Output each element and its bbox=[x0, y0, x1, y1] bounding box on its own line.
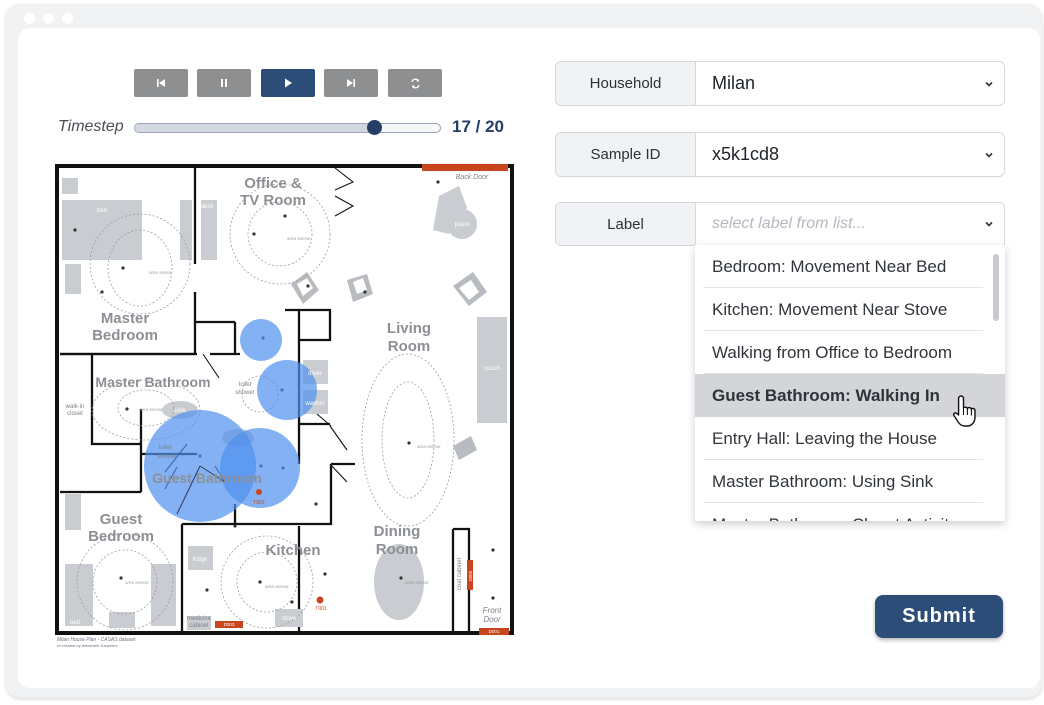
label-shower-2: shower bbox=[157, 454, 176, 460]
label-office-2: TV Room bbox=[240, 192, 306, 209]
label-option[interactable]: Master Bathroom: Using Sink bbox=[695, 460, 1005, 503]
area-sensor-label-4: area sensor bbox=[417, 444, 441, 449]
label-master-bedroom-1: Master bbox=[101, 310, 150, 327]
label-dining-1: Dining bbox=[374, 523, 421, 540]
label-couch: couch bbox=[484, 366, 500, 372]
submit-button[interactable]: Submit bbox=[875, 595, 1003, 638]
label-option[interactable]: Master Bathroom: Closet Activity bbox=[695, 503, 1005, 522]
label-d002: D002 bbox=[468, 570, 473, 581]
area-sensor-label-7: area sensor bbox=[405, 580, 429, 585]
chevron-down-icon bbox=[985, 221, 993, 227]
area-sensor-label-2: area sensor bbox=[287, 236, 311, 241]
repeat-button[interactable] bbox=[388, 69, 442, 97]
area-sensor-label-5: area sensor bbox=[125, 580, 149, 585]
label-washer: washer bbox=[304, 401, 324, 407]
label-office-1: Office & bbox=[244, 175, 302, 192]
floor-plan-caption: Milan House Plan - CASAS dataset re-crea… bbox=[57, 637, 135, 649]
timestep-slider-thumb[interactable] bbox=[366, 120, 382, 135]
area-sensor-label-1: area sensor bbox=[149, 270, 173, 275]
label-front-door-2: Door bbox=[483, 615, 501, 624]
label-guest-bedroom-1: Guest bbox=[100, 511, 143, 528]
label-d003: D003 bbox=[224, 622, 235, 627]
repeat-icon bbox=[410, 78, 420, 88]
label-fridge: fridge bbox=[192, 557, 208, 563]
label-guest-bedroom-2: Bedroom bbox=[88, 528, 154, 545]
chevron-down-icon bbox=[985, 152, 993, 158]
label-walkin-1: walk-in bbox=[65, 404, 85, 410]
label-master-bedroom-2: Bedroom bbox=[92, 327, 158, 344]
chevron-down-icon bbox=[985, 81, 993, 87]
skip-back-button[interactable] bbox=[134, 69, 188, 97]
hand-cursor-icon bbox=[953, 395, 976, 427]
label-living-2: Room bbox=[388, 338, 431, 355]
label-t001: T001 bbox=[315, 606, 327, 612]
label-select[interactable]: select label from list... bbox=[695, 202, 1005, 246]
label-toilet: toilet bbox=[239, 382, 252, 388]
timestep-slider[interactable] bbox=[134, 120, 441, 135]
household-label: Household bbox=[555, 61, 696, 106]
label-coat-cabinet: coat cabinet bbox=[457, 557, 463, 590]
label-bed-2: bed bbox=[70, 620, 80, 626]
window-dot-maximize[interactable] bbox=[62, 13, 73, 24]
label-medicine-2: cabinet bbox=[189, 623, 209, 629]
sample-id-select[interactable]: x5k1cd8 bbox=[695, 132, 1005, 177]
window-controls bbox=[24, 13, 73, 24]
floor-plan: Office & TV Room Master Bedroom Living R… bbox=[55, 164, 514, 635]
label-front-door-1: Front bbox=[483, 606, 502, 615]
label-shower: shower bbox=[235, 390, 254, 396]
play-button[interactable] bbox=[261, 69, 315, 97]
area-sensor-label-6: area sensor bbox=[265, 584, 289, 589]
sample-id-label: Sample ID bbox=[555, 132, 696, 177]
label-kitchen: Kitchen bbox=[265, 542, 320, 559]
label-d001: D001 bbox=[489, 629, 500, 634]
label-desk: desk bbox=[201, 204, 215, 210]
pause-button[interactable] bbox=[197, 69, 251, 97]
sample-id-value: x5k1cd8 bbox=[712, 144, 780, 164]
label-back-door: Back Door bbox=[456, 174, 489, 181]
label-medicine-1: medicine bbox=[187, 616, 212, 622]
label-option[interactable]: Bedroom: Movement Near Bed bbox=[695, 245, 1005, 288]
label-dropdown-list[interactable]: Bedroom: Movement Near Bed Kitchen: Move… bbox=[695, 245, 1005, 521]
timestep-label: Timestep bbox=[58, 118, 124, 135]
play-icon bbox=[285, 78, 292, 88]
label-guest-bathroom: Guest Bathroom bbox=[152, 470, 262, 486]
label-dining-2: Room bbox=[376, 541, 419, 558]
label-master-bathroom: Master Bathroom bbox=[95, 374, 210, 390]
label-option[interactable]: Kitchen: Movement Near Stove bbox=[695, 288, 1005, 331]
label-dryer: dryer bbox=[308, 371, 322, 377]
label-toilet-2: toilet bbox=[159, 445, 172, 451]
skip-forward-button[interactable] bbox=[324, 69, 378, 97]
label-piano: piano bbox=[455, 222, 470, 228]
area-sensor-label-3: area sensor bbox=[139, 407, 163, 412]
window-dot-close[interactable] bbox=[24, 13, 35, 24]
label-bed: bed bbox=[97, 208, 107, 214]
label-sink: sink bbox=[175, 408, 187, 414]
timestep-value: 17 / 20 bbox=[452, 117, 504, 136]
household-value: Milan bbox=[712, 73, 756, 93]
household-select[interactable]: Milan bbox=[695, 61, 1005, 106]
label-living-1: Living bbox=[387, 320, 431, 337]
label-placeholder: select label from list... bbox=[712, 215, 866, 232]
skip-forward-icon bbox=[347, 79, 355, 87]
timestep-slider-fill bbox=[135, 124, 374, 132]
dropdown-scrollbar[interactable] bbox=[993, 254, 999, 321]
label-walkin-2: closet bbox=[67, 411, 83, 417]
label-field-label: Label bbox=[555, 202, 696, 246]
skip-back-icon bbox=[157, 79, 165, 87]
window-dot-minimize[interactable] bbox=[43, 13, 54, 24]
label-t002: T002 bbox=[253, 500, 265, 506]
label-option[interactable]: Walking from Office to Bedroom bbox=[695, 331, 1005, 374]
pause-icon bbox=[221, 79, 227, 87]
label-stove: stove bbox=[282, 616, 297, 622]
caption-credit: re-created by Alexander Karpekov bbox=[57, 643, 118, 648]
